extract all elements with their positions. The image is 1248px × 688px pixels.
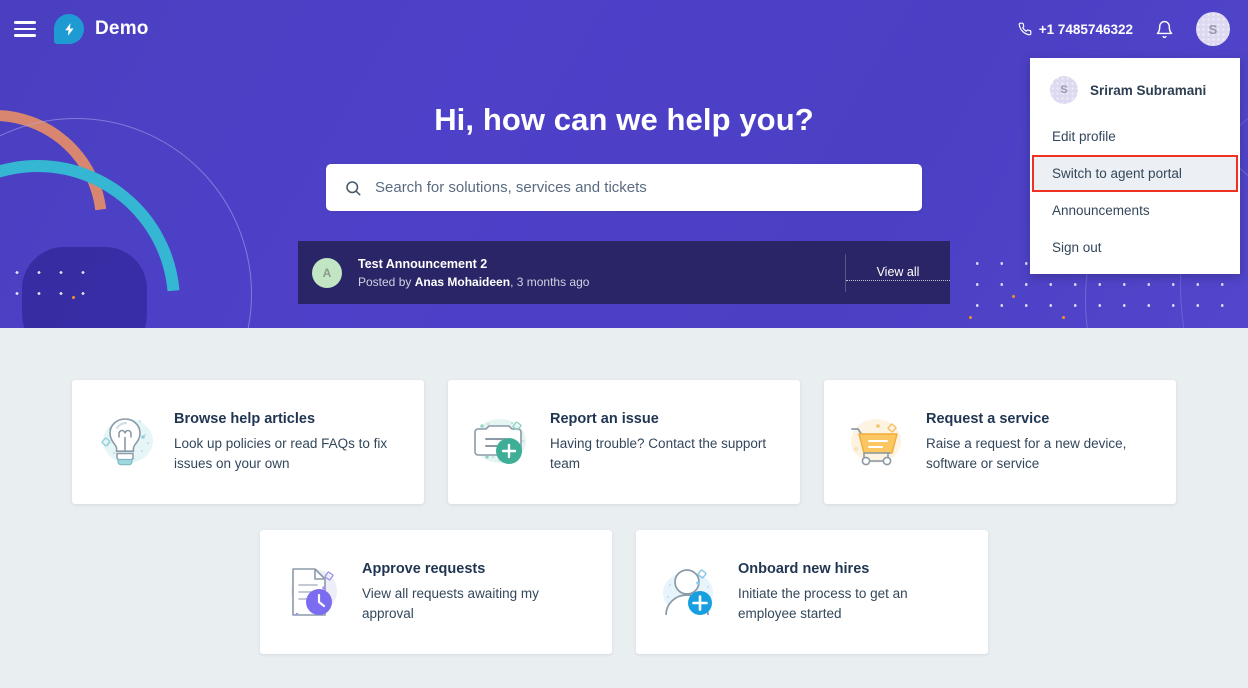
card-row-top: Browse help articles Look up policies or… [0,380,1248,504]
menu-item-switch-to-agent-portal[interactable]: Switch to agent portal [1032,155,1238,192]
approve-document-clock-icon [278,557,348,627]
top-navigation-bar: Demo +1 7485746322 S [0,0,1248,58]
card-title: Onboard new hires [738,561,870,578]
notifications-bell-icon[interactable] [1155,20,1174,39]
dropdown-user-row: S Sriram Subramani [1030,72,1240,118]
announcement-author: Anas Mohaideen [414,274,511,289]
card-onboard-new-hires[interactable]: Onboard new hires Initiate the process t… [636,530,988,654]
thin-circle-decoration [0,118,252,328]
menu-item-sign-out[interactable]: Sign out [1030,229,1240,266]
card-approve-requests[interactable]: Approve requests View all requests await… [260,530,612,654]
card-text-group: Report an issue Having trouble? Contact … [550,411,780,472]
card-title: Request a service [926,411,1050,428]
dropdown-user-name: Sriram Subramani [1090,82,1207,98]
search-box[interactable] [326,164,922,211]
view-all-announcements-link[interactable]: View all [846,265,950,281]
card-text-group: Approve requests View all requests await… [362,561,592,622]
quick-actions-section: Browse help articles Look up policies or… [0,328,1248,654]
announcement-title: Test Announcement 2 [358,256,488,271]
brand-logo[interactable]: Demo [54,14,149,44]
orange-dot-decoration [969,316,972,319]
orange-dot-decoration [1062,316,1065,319]
orange-dot-decoration [1012,295,1015,298]
card-description: Look up policies or read FAQs to fix iss… [174,436,388,471]
card-title: Approve requests [362,561,486,578]
dropdown-avatar: S [1050,76,1078,104]
hero-banner: Demo +1 7485746322 S Hi, how can we help… [0,0,1248,328]
left-dot-grid-decoration [6,262,86,302]
announcement-time: , 3 months ago [510,274,590,289]
card-row-bottom: Approve requests View all requests await… [0,530,1248,654]
hamburger-menu-icon[interactable] [14,19,40,39]
announcement-meta: Posted by Anas Mohaideen, 3 months ago [358,275,589,289]
menu-item-edit-profile[interactable]: Edit profile [1030,118,1240,155]
user-avatar[interactable]: S [1196,12,1230,46]
brand-name: Demo [95,18,149,39]
search-icon [346,180,361,195]
card-report-an-issue[interactable]: Report an issue Having trouble? Contact … [448,380,800,504]
card-title: Report an issue [550,411,659,428]
phone-number: +1 7485746322 [1038,21,1133,37]
card-description: View all requests awaiting my approval [362,586,539,621]
card-browse-help-articles[interactable]: Browse help articles Look up policies or… [72,380,424,504]
menu-item-announcements[interactable]: Announcements [1030,192,1240,229]
card-description: Raise a request for a new device, softwa… [926,436,1127,471]
shopping-cart-icon [842,407,912,477]
lightning-bolt-logo-icon [54,14,84,44]
top-bar-right-group: +1 7485746322 S [1018,12,1230,46]
person-add-icon [654,557,724,627]
phone-icon [1018,22,1032,36]
card-text-group: Onboard new hires Initiate the process t… [738,561,968,622]
dark-blob-decoration [22,247,147,328]
announcement-posted-prefix: Posted by [358,274,415,289]
card-title: Browse help articles [174,411,316,428]
announcement-banner: A Test Announcement 2 Posted by Anas Moh… [298,241,950,304]
orange-dot-decoration [72,296,75,299]
card-description: Initiate the process to get an employee … [738,586,908,621]
support-phone[interactable]: +1 7485746322 [1018,22,1133,37]
card-description: Having trouble? Contact the support team [550,436,767,471]
card-text-group: Request a service Raise a request for a … [926,411,1156,472]
card-request-a-service[interactable]: Request a service Raise a request for a … [824,380,1176,504]
announcement-author-avatar: A [312,257,342,288]
report-issue-icon [466,407,536,477]
announcement-text-group: Test Announcement 2 Posted by Anas Mohai… [358,257,589,289]
search-input[interactable] [375,179,904,196]
card-text-group: Browse help articles Look up policies or… [174,411,404,472]
lightbulb-icon [90,407,160,477]
profile-dropdown-menu: S Sriram Subramani Edit profile Switch t… [1030,58,1240,274]
